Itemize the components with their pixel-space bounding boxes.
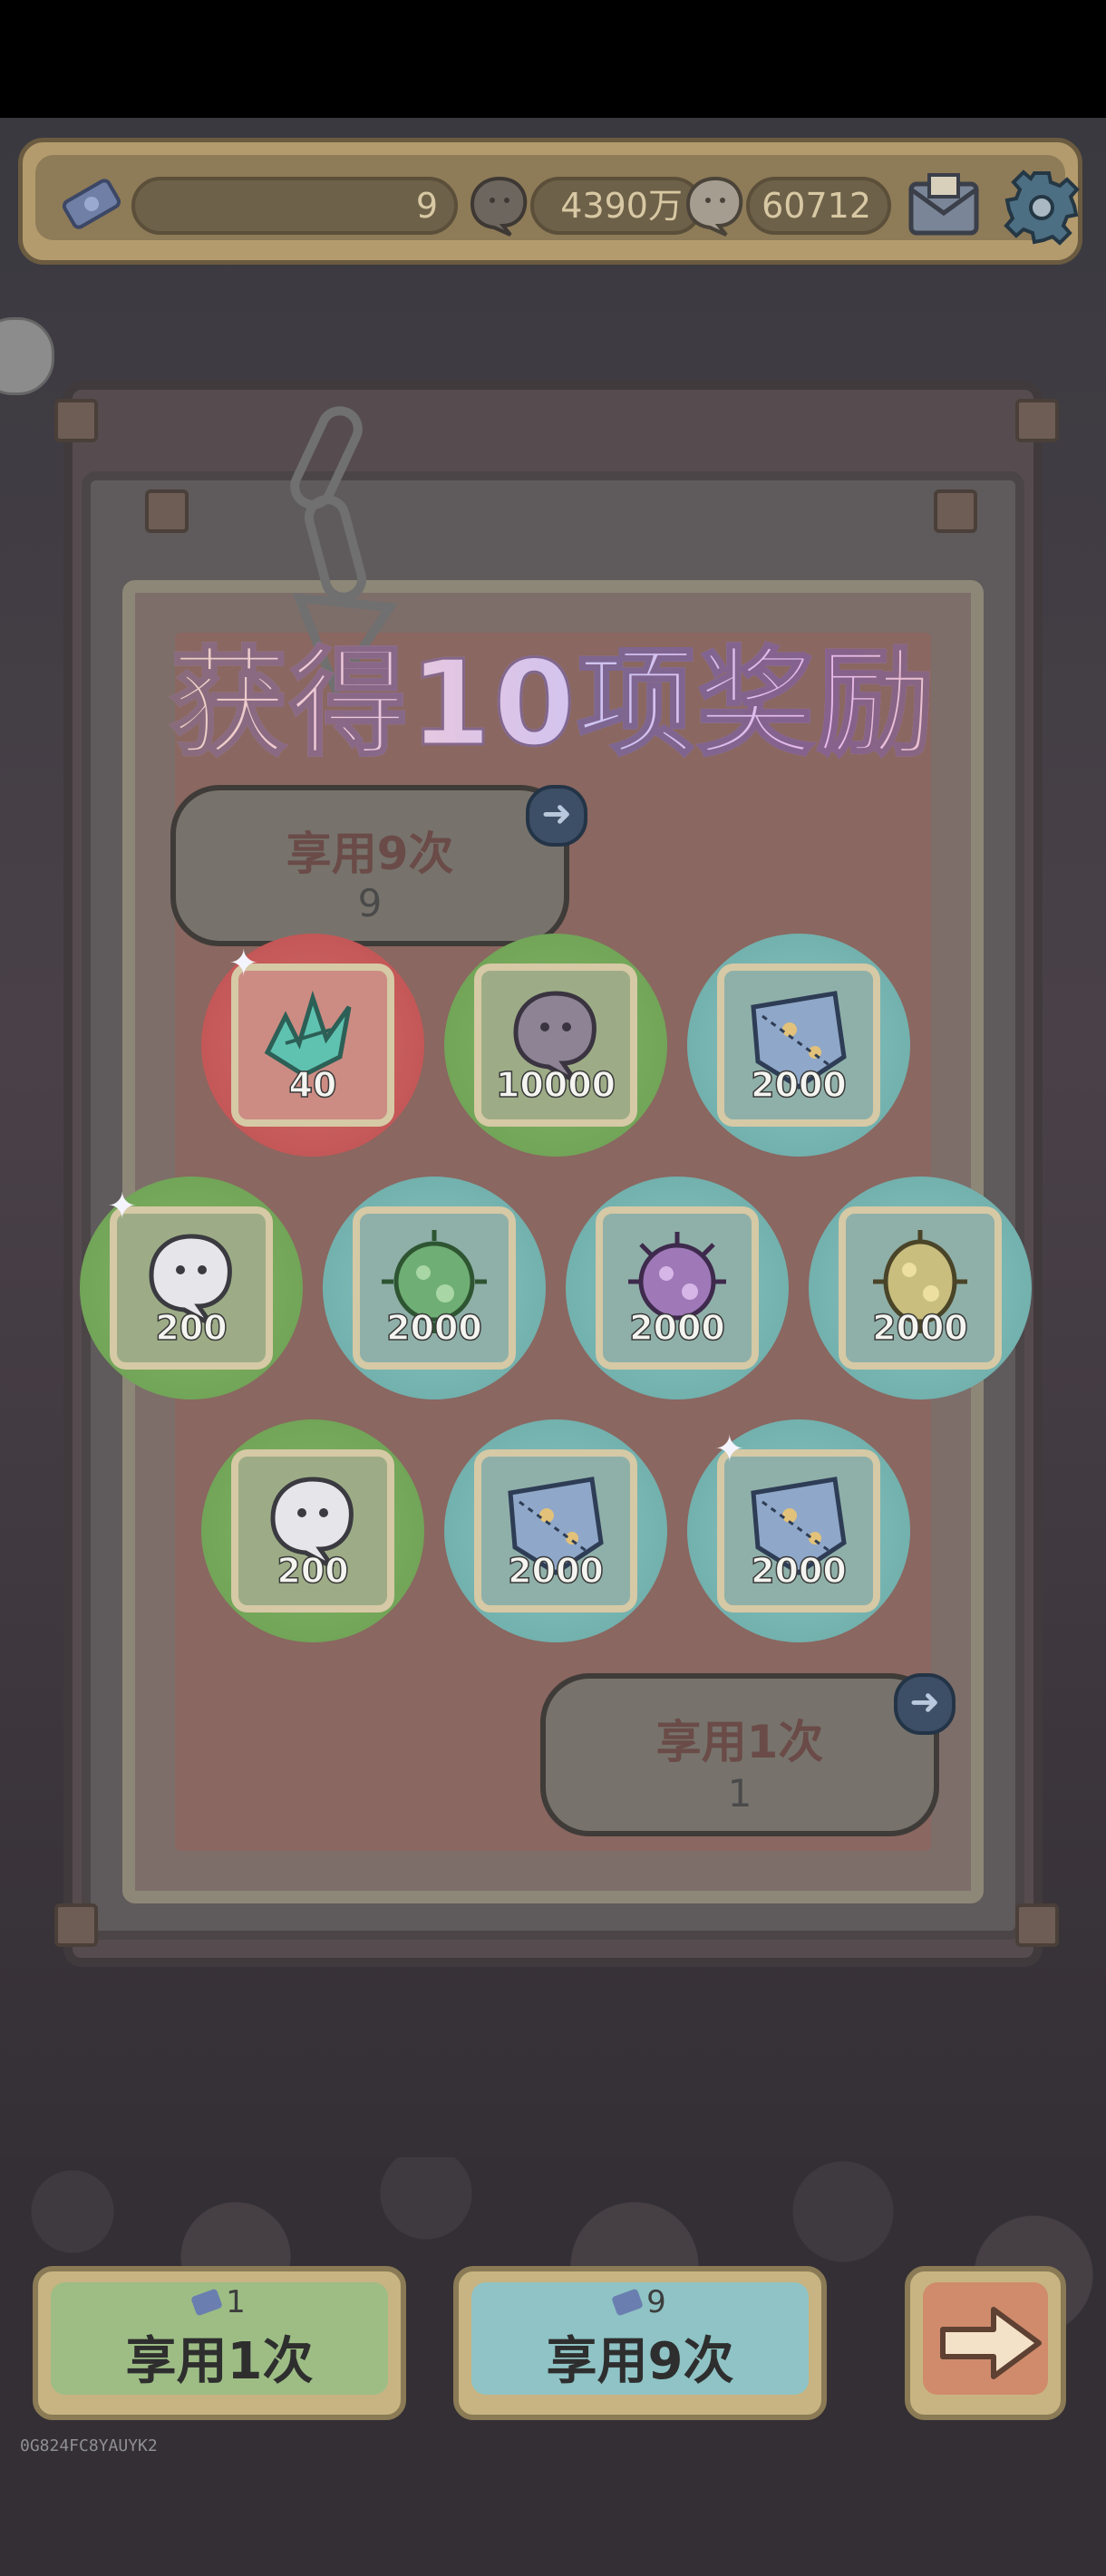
reward-card: 2000 — [717, 964, 880, 1127]
reward-amount: 40 — [288, 1064, 337, 1106]
arrow-right-icon: ➜ — [526, 785, 587, 847]
reward-amount: 2000 — [385, 1307, 482, 1349]
reward-amount: 2000 — [628, 1307, 725, 1349]
rewards-title: 获得10项奖励 — [0, 639, 1106, 769]
sparkle-icon: ✦ — [228, 943, 259, 984]
ticket-icon — [62, 179, 121, 229]
reward-card: 200 — [231, 1449, 394, 1612]
arrow-right-icon — [940, 2307, 1042, 2379]
next-button[interactable] — [905, 2266, 1066, 2420]
reward-card: 200 — [110, 1206, 273, 1370]
mail-icon[interactable] — [906, 171, 982, 240]
ticket-count: 9 — [131, 177, 458, 235]
sparkle-icon: ✦ — [714, 1428, 745, 1470]
reward-card: 2000 — [596, 1206, 759, 1370]
reward-amount: 2000 — [507, 1550, 604, 1592]
reward-item-yellow-virus[interactable]: 2000 — [809, 1177, 1032, 1399]
ticket-icon — [190, 2288, 224, 2317]
white-bubble-currency-icon — [685, 176, 743, 237]
reward-item-purple-virus[interactable]: 2000 — [566, 1177, 789, 1399]
use1-token[interactable]: 享用1次 1 ➜ — [540, 1673, 956, 1836]
currency2-amount: 60712 — [746, 177, 891, 235]
reward-amount: 2000 — [871, 1307, 968, 1349]
currency1-amount: 4390万 — [530, 177, 703, 235]
reward-amount: 10000 — [495, 1064, 616, 1106]
reward-item-purple-bubble[interactable]: 10000 — [444, 934, 667, 1157]
sparkle-icon: ✦ — [107, 1186, 138, 1227]
bubble-currency-icon — [470, 176, 528, 237]
reward-item-blue-fabric[interactable]: 2000 — [444, 1419, 667, 1642]
reward-item-white-bubble[interactable]: 200 — [201, 1419, 424, 1642]
reward-amount: 2000 — [750, 1064, 847, 1106]
reward-amount: 200 — [155, 1307, 228, 1349]
build-id: 0G824FC8YAUYK2 — [20, 2436, 158, 2455]
reward-card: 40 — [231, 964, 394, 1127]
reward-amount: 2000 — [750, 1550, 847, 1592]
reward-item-blue-fabric[interactable]: 2000 — [687, 934, 910, 1157]
reward-card: 2000 — [717, 1449, 880, 1612]
reward-item-green-virus[interactable]: 2000 — [323, 1177, 546, 1399]
use9-button[interactable]: 9 享用9次 — [453, 2266, 827, 2420]
use9-token[interactable]: 享用9次 9 ➜ — [170, 785, 587, 946]
arrow-right-icon: ➜ — [894, 1673, 956, 1735]
use1-button[interactable]: 1 享用1次 — [33, 2266, 406, 2420]
reward-card: 2000 — [353, 1206, 516, 1370]
ticket-icon — [611, 2288, 645, 2317]
resource-bar: 9 4390万 60712 — [18, 138, 1082, 265]
reward-card: 2000 — [839, 1206, 1002, 1370]
status-bar — [0, 0, 1106, 118]
reward-card: 10000 — [474, 964, 637, 1127]
reward-card: 2000 — [474, 1449, 637, 1612]
gear-icon[interactable] — [1004, 169, 1080, 246]
reward-amount: 200 — [276, 1550, 350, 1592]
